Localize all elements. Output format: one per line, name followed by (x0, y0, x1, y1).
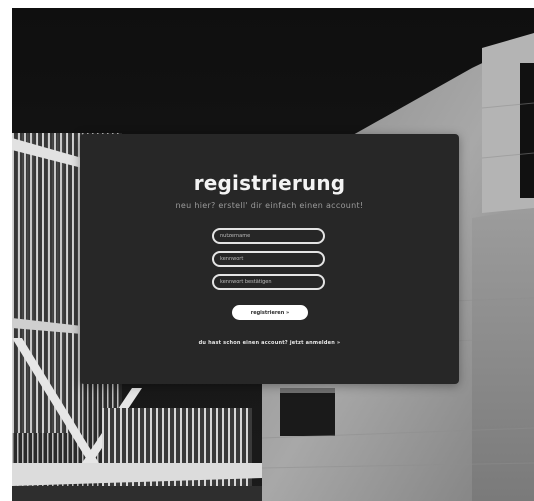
login-link[interactable]: jetzt anmelden » (290, 340, 341, 346)
password-input[interactable] (212, 251, 325, 267)
register-button[interactable]: registrieren » (232, 305, 308, 320)
username-input[interactable] (212, 228, 325, 244)
form-title: registrierung (193, 171, 346, 195)
registration-card: registrierung neu hier? erstell' dir ein… (80, 134, 459, 384)
login-prompt-text: du hast schon einen account? (198, 340, 288, 346)
page-background: registrierung neu hier? erstell' dir ein… (12, 8, 534, 501)
login-prompt-line: du hast schon einen account? jetzt anmel… (80, 340, 459, 346)
form-subtitle: neu hier? erstell' dir einfach einen acc… (175, 201, 364, 210)
confirm-password-input[interactable] (212, 274, 325, 290)
